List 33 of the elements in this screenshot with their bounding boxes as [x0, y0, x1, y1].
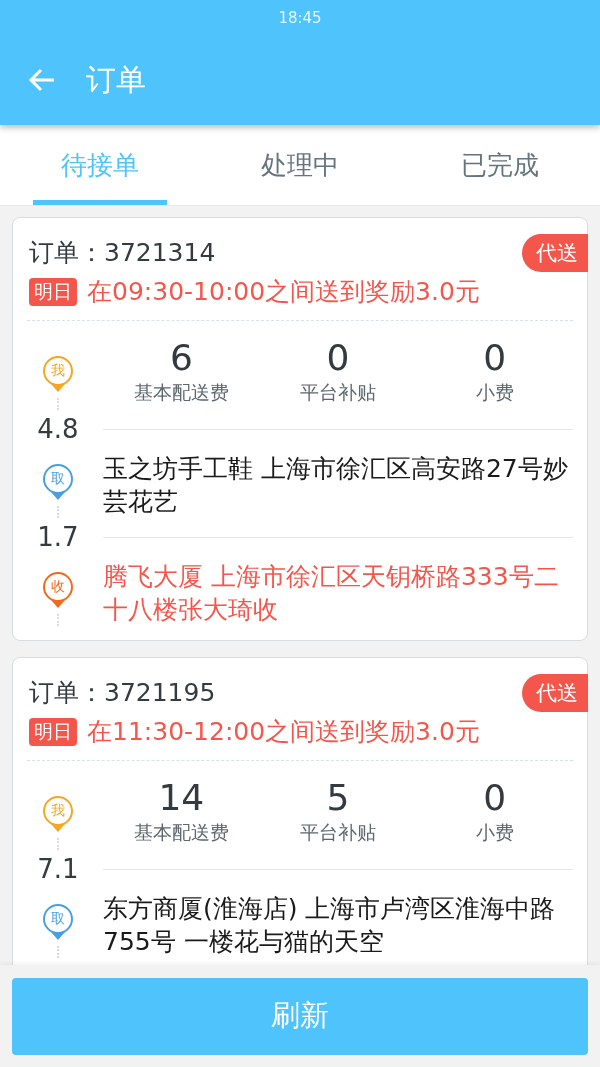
fee-label: 小费 [475, 380, 514, 405]
order-number: 3721314 [104, 238, 216, 267]
distance-text: 7.1 [36, 854, 80, 884]
delivery-badge: 代送 [522, 674, 588, 712]
address-text: 东方商厦(淮海店) 上海市卢湾区淮海中路755号 一楼花与猫的天空 [103, 893, 557, 958]
day-tag: 明日 [29, 277, 77, 306]
address-text: 玉之坊手工鞋 上海市徐汇区高安路27号妙芸花艺 [103, 453, 569, 518]
fee-label: 平台补贴 [300, 820, 376, 845]
fee-value: 5 [326, 777, 350, 818]
order-label: 订单： [29, 237, 104, 269]
fee-value: 0 [483, 777, 507, 818]
fee-value: 0 [326, 337, 350, 378]
reward-text: 在09:30-10:00之间送到奖励3.0元 [87, 276, 480, 308]
back-arrow-icon[interactable] [28, 68, 56, 92]
fee-label: 基本配送费 [133, 380, 229, 405]
delivery-badge: 代送 [522, 234, 588, 272]
day-tag: 明日 [29, 717, 77, 746]
status-time: 18:45 [278, 8, 322, 27]
order-label: 订单： [29, 677, 104, 709]
reward-text: 在11:30-12:00之间送到奖励3.0元 [87, 716, 480, 748]
page-title: 订单 [86, 60, 146, 99]
tab[interactable]: 处理中 [233, 125, 367, 205]
tab[interactable]: 已完成 [433, 125, 567, 205]
distance-text: 4.8 [36, 414, 80, 444]
address-text: 腾飞大厦 上海市徐汇区天钥桥路333号二十八楼张大琦收 [103, 561, 560, 626]
distance-text: 1.7 [36, 522, 80, 552]
fee-value: 6 [169, 337, 193, 378]
fee-value: 14 [158, 777, 205, 818]
order-number: 3721195 [104, 678, 216, 707]
fee-label: 平台补贴 [300, 380, 376, 405]
fee-label: 小费 [475, 820, 514, 845]
fee-label: 基本配送费 [133, 820, 229, 845]
fee-value: 0 [483, 337, 507, 378]
